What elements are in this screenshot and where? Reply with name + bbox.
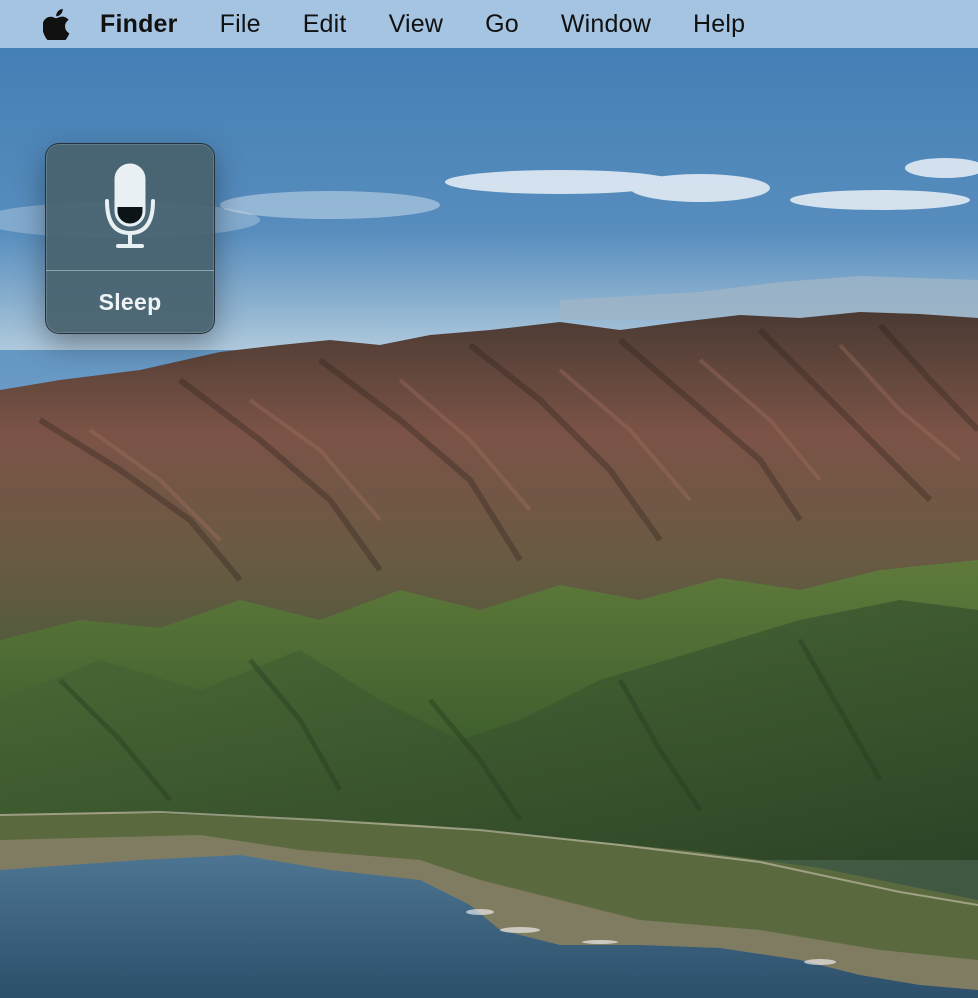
menu-item-edit[interactable]: Edit: [303, 10, 347, 39]
menu-item-go[interactable]: Go: [485, 10, 519, 39]
voice-control-hud[interactable]: Sleep: [45, 143, 215, 334]
menu-item-view[interactable]: View: [389, 10, 444, 39]
apple-logo-icon[interactable]: [42, 7, 72, 41]
menu-item-file[interactable]: File: [220, 10, 261, 39]
menu-item-window[interactable]: Window: [561, 10, 651, 39]
menu-item-help[interactable]: Help: [693, 10, 745, 39]
voice-control-status: Sleep: [98, 288, 162, 315]
desktop: Finder File Edit View Go Window Help Sle…: [0, 0, 978, 998]
menu-bar: Finder File Edit View Go Window Help: [0, 0, 978, 48]
microphone-area[interactable]: [46, 144, 214, 270]
menu-item-finder[interactable]: Finder: [100, 10, 178, 39]
microphone-icon: [105, 163, 155, 248]
